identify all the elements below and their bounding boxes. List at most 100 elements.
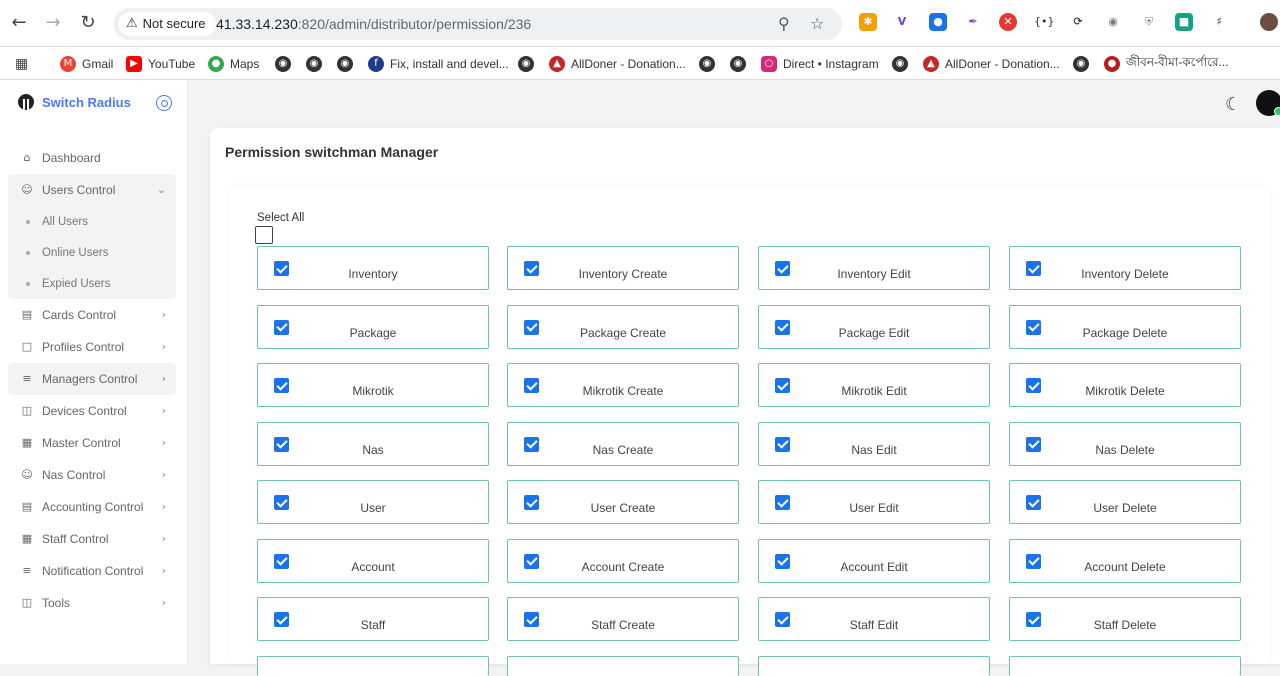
sidebar-item-devices-control[interactable]: ◫ Devices Control › [8,395,176,427]
sidebar-subitem-all-users[interactable]: All Users [8,206,176,237]
permission-item[interactable]: Account [257,538,489,583]
bookmark-globe[interactable]: ◉ [337,53,353,75]
address-bar[interactable]: ⚠ Not secure 41.33.14.230:820/admin/dist… [114,8,842,40]
permission-item[interactable]: Package [257,304,489,349]
permission-item[interactable]: Mikrotik Create [507,363,739,407]
permission-item[interactable]: Staff [257,597,489,641]
select-all-checkbox[interactable] [255,226,273,244]
extension-icon[interactable]: ✱ [859,13,877,31]
chevron-right-icon: › [161,596,166,609]
back-icon[interactable]: ← [8,12,30,34]
permission-item[interactable]: Account Delete [1009,538,1241,583]
bookmark-globe[interactable]: ◉ [1073,53,1089,75]
permission-item[interactable]: Package Delete [1009,304,1241,349]
permission-item[interactable] [257,655,489,676]
extension-icon[interactable]: ✒ [964,13,982,31]
permission-item[interactable] [758,655,990,676]
app-topbar: ☾ [189,80,1280,128]
sidebar-item-staff-control[interactable]: ▦ Staff Control › [8,523,176,555]
permission-item[interactable]: User [257,480,489,524]
url-path: :820/admin/distributor/permission/236 [297,16,532,32]
sidebar-item-cards-control[interactable]: ▤ Cards Control › [8,299,176,331]
camera-icon[interactable]: ◉ [1104,13,1122,31]
permission-item[interactable]: Inventory Delete [1009,246,1241,290]
extension-icon[interactable]: ✕ [999,13,1017,31]
bookmark-jiban-bima[interactable]: ● জীবন-বীমা-কর্পোরে... [1104,53,1229,75]
sidebar: Switch Radius ⌂ Dashboard ☺ Users Contro… [0,80,188,664]
youtube-icon: ▶ [126,56,142,72]
bookmark-globe[interactable]: ◉ [699,53,715,75]
profile-avatar-icon[interactable] [1260,13,1278,31]
user-icon: ☺ [21,468,33,481]
bookmark-alldoner[interactable]: ▲ AllDoner - Donation... [549,53,686,75]
sidebar-item-profiles-control[interactable]: □ Profiles Control › [8,331,176,363]
extension-icon[interactable]: ■ [1175,13,1193,31]
permission-label: Account [351,559,395,574]
permission-item[interactable]: Nas [257,421,489,466]
sidebar-item-users-control[interactable]: ☺ Users Control ⌄ [8,174,176,206]
profile-icon: □ [21,340,33,353]
sidebar-subitem-online-users[interactable]: Online Users [8,237,176,268]
sidebar-item-dashboard[interactable]: ⌂ Dashboard [8,142,176,174]
permission-item[interactable]: Inventory Edit [758,246,990,290]
permission-item[interactable]: User Delete [1009,480,1241,524]
permission-item[interactable] [1009,655,1241,676]
permission-item[interactable]: Mikrotik Delete [1009,363,1241,407]
permission-item[interactable]: Nas Delete [1009,421,1241,466]
apps-icon[interactable]: ▦ [15,53,28,75]
avatar[interactable] [1256,90,1280,116]
sidebar-item-nas-control[interactable]: ☺ Nas Control › [8,459,176,491]
sidebar-toggle-icon[interactable] [156,95,172,111]
brand[interactable]: Switch Radius [18,94,131,110]
permission-item[interactable]: Nas Create [507,421,739,466]
permission-item[interactable]: Staff Delete [1009,597,1241,641]
extension-icon[interactable]: ⟳ [1069,13,1087,31]
bookmark-maps[interactable]: ● Maps [208,53,259,75]
bookmark-youtube[interactable]: ▶ YouTube [126,53,195,75]
bookmark-globe[interactable]: ◉ [275,53,291,75]
extension-icon[interactable]: V [893,13,911,31]
permission-item[interactable]: Inventory [257,246,489,290]
url-text[interactable]: 41.33.14.230:820/admin/distributor/permi… [216,8,531,40]
sidebar-item-notification-control[interactable]: ≡ Notification Control › [8,555,176,587]
chevron-right-icon: › [161,436,166,449]
reload-icon[interactable]: ↻ [77,12,99,34]
permission-item[interactable]: Mikrotik [257,363,489,407]
bookmark-gmail[interactable]: M Gmail [60,53,113,75]
dark-mode-icon[interactable]: ☾ [1225,94,1241,115]
bullet-icon [26,250,30,255]
permission-item[interactable]: Inventory Create [507,246,739,290]
sidebar-item-tools[interactable]: ◫ Tools › [8,587,176,619]
bookmark-alldoner-2[interactable]: ▲ AllDoner - Donation... [923,53,1060,75]
bookmark-globe[interactable]: ◉ [730,53,746,75]
forward-icon[interactable]: → [42,12,64,34]
permission-item[interactable]: Package Create [507,304,739,349]
shield-icon[interactable]: ⛨ [1140,13,1158,31]
permission-item[interactable]: Mikrotik Edit [758,363,990,407]
permission-item[interactable] [507,655,739,676]
permission-item[interactable]: Package Edit [758,304,990,349]
puzzle-icon[interactable]: ♯ [1210,13,1228,31]
permission-item[interactable]: Account Edit [758,538,990,583]
bookmark-instagram[interactable]: ○ Direct • Instagram [761,53,879,75]
extension-icon[interactable]: ● [929,13,947,31]
bookmark-globe[interactable]: ◉ [306,53,322,75]
sidebar-subitem-expied-users[interactable]: Expied Users [8,268,176,299]
master-icon: ▦ [21,436,33,449]
sidebar-item-accounting-control[interactable]: ▤ Accounting Control › [8,491,176,523]
bookmark-fix-install[interactable]: f Fix, install and devel... [368,53,509,75]
bookmark-globe[interactable]: ◉ [518,53,534,75]
permission-item[interactable]: User Create [507,480,739,524]
zoom-icon[interactable]: ⚲ [778,14,790,34]
permission-item[interactable]: Staff Edit [758,597,990,641]
bookmark-star-icon[interactable]: ☆ [810,14,824,34]
permission-item[interactable]: Staff Create [507,597,739,641]
permission-item[interactable]: User Edit [758,480,990,524]
bookmark-globe[interactable]: ◉ [892,53,908,75]
permission-item[interactable]: Nas Edit [758,421,990,466]
sidebar-item-master-control[interactable]: ▦ Master Control › [8,427,176,459]
extension-icon[interactable]: {•} [1034,13,1055,31]
security-chip[interactable]: ⚠ Not secure [118,12,216,36]
sidebar-item-managers-control[interactable]: ≡ Managers Control › [8,363,176,395]
permission-item[interactable]: Account Create [507,538,739,583]
